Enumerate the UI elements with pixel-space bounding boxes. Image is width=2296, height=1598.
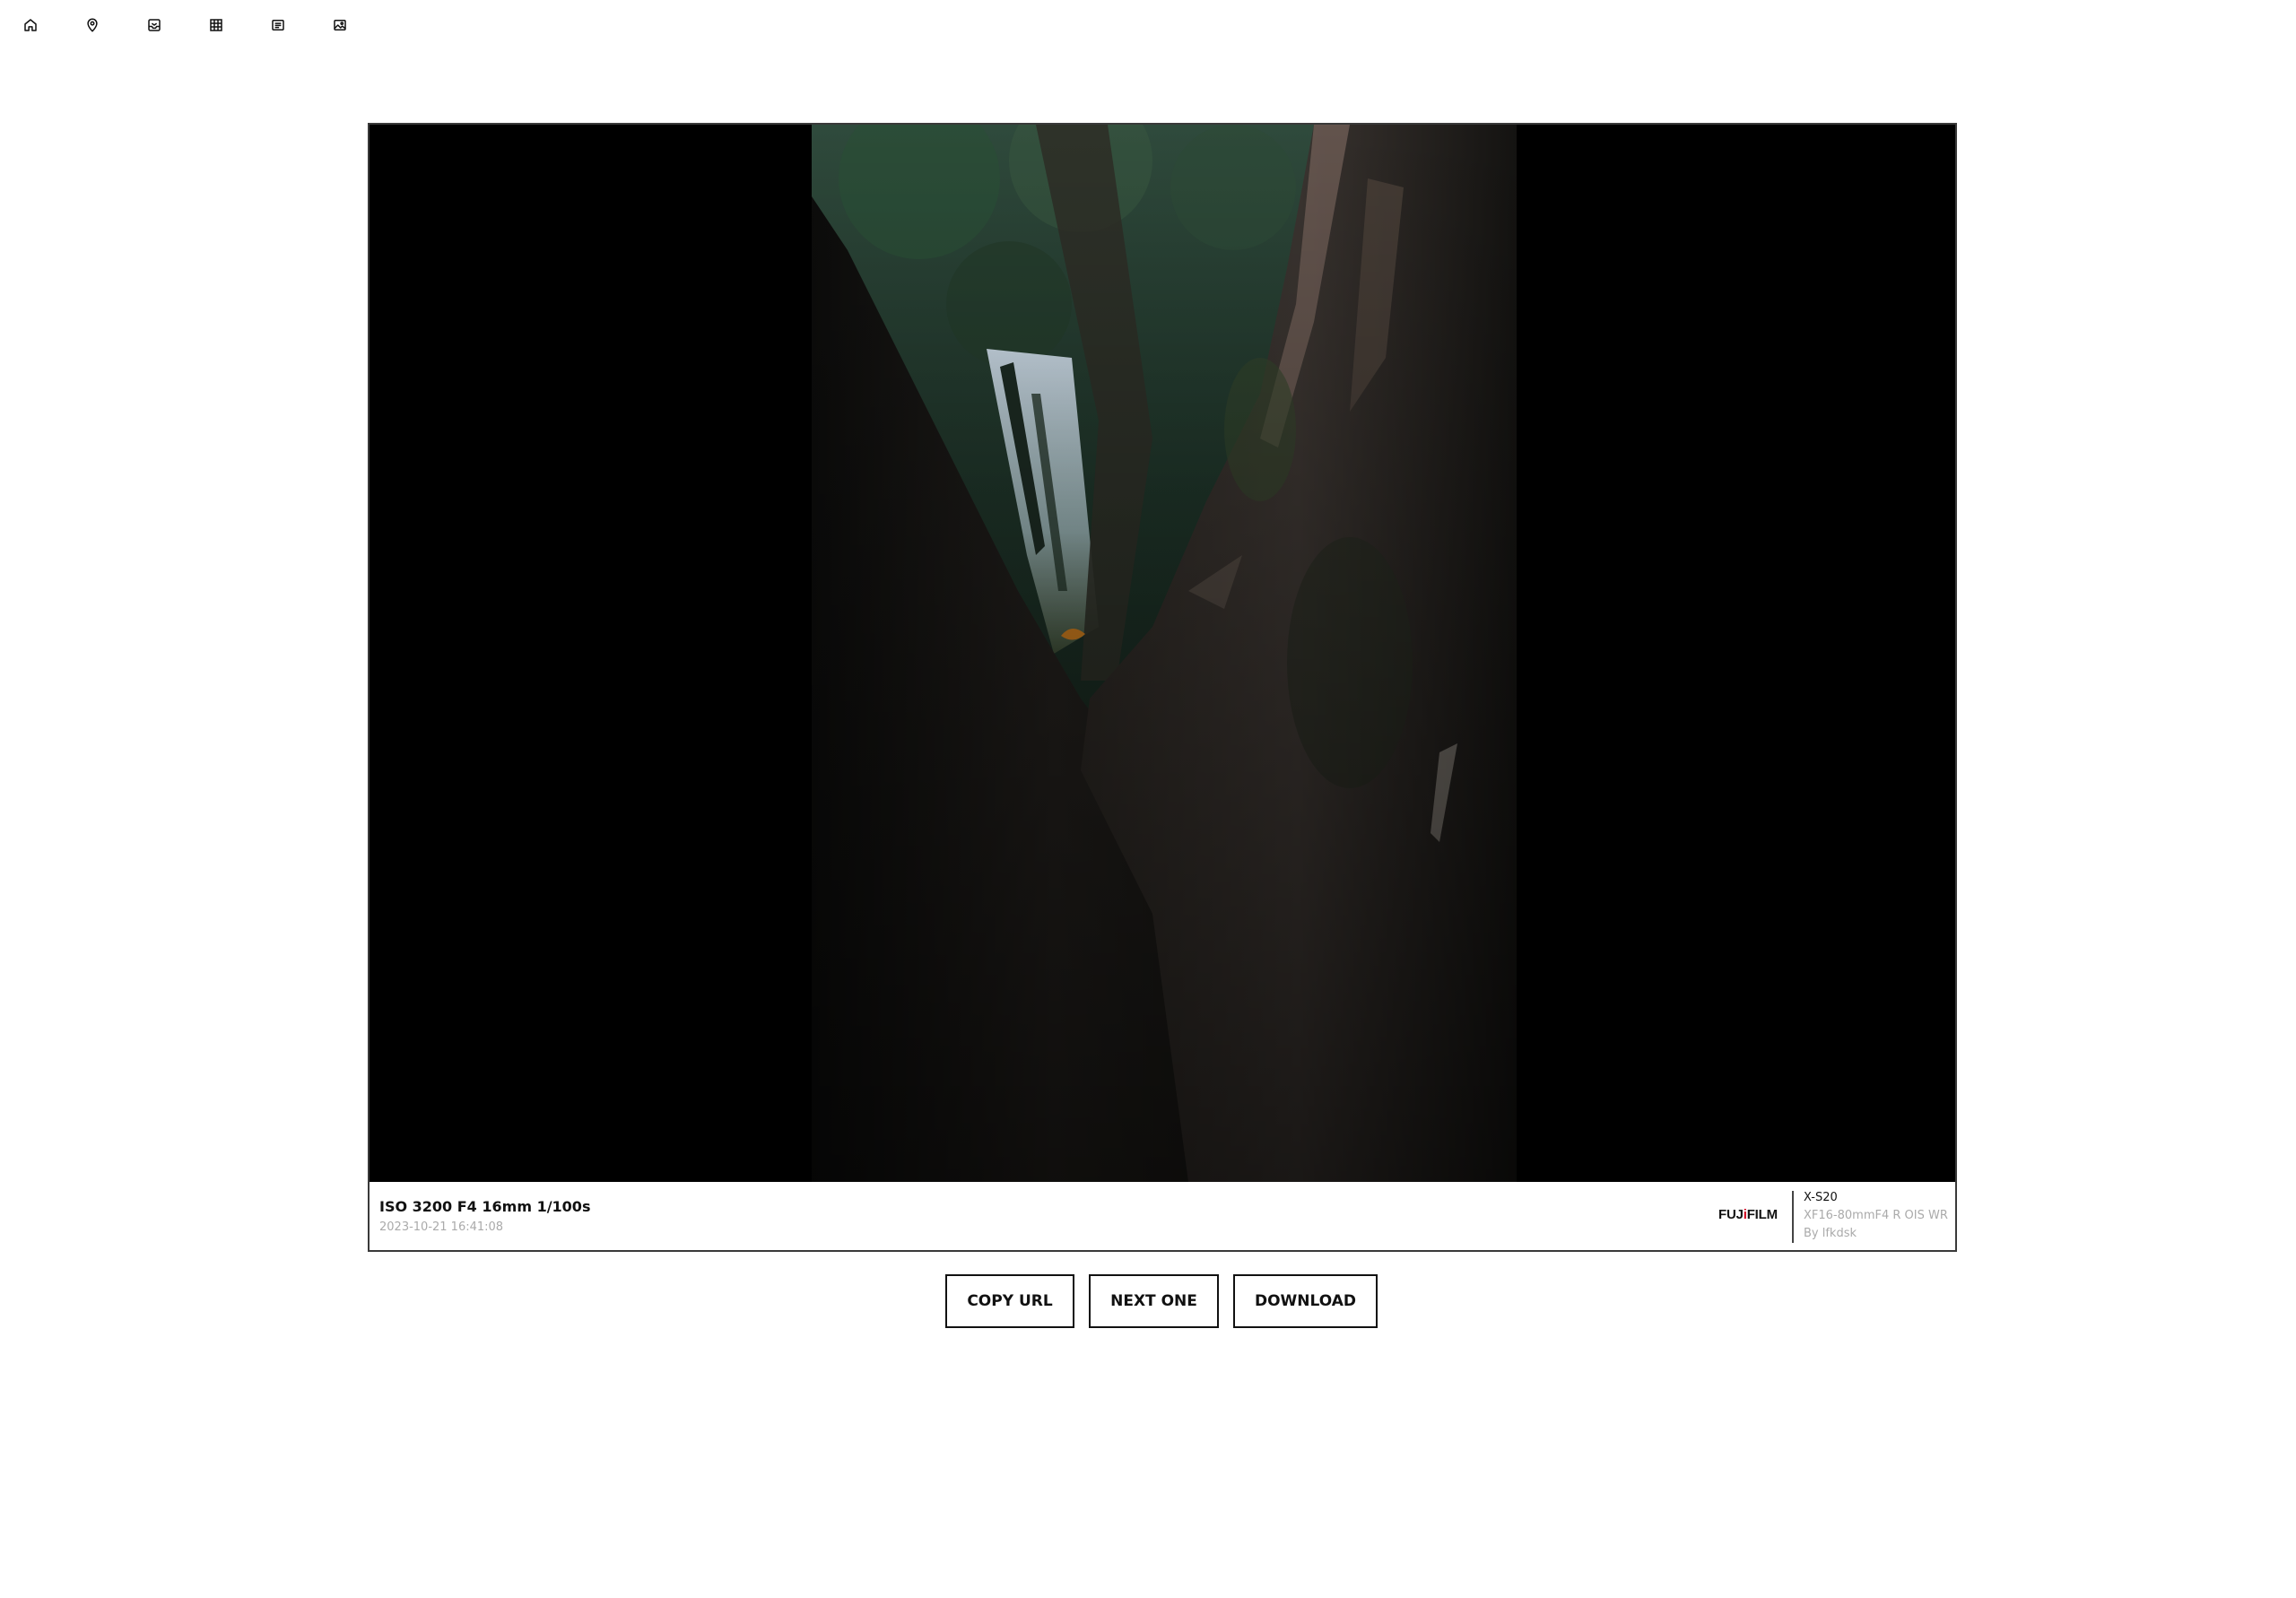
inbox-icon [147,19,161,31]
map-pin-icon [86,18,98,32]
camera-brand-logo: FUJiFILM [1718,1207,1778,1222]
photo-frame [370,125,1955,1182]
info-divider [1792,1191,1794,1243]
photo-author: By lfkdsk [1804,1227,1857,1240]
download-button[interactable]: DOWNLOAD [1233,1274,1378,1328]
tree-photo[interactable] [812,125,1517,1182]
list-icon [271,20,284,30]
nav-inbox-button[interactable] [123,0,185,50]
next-one-button[interactable]: NEXT ONE [1089,1274,1219,1328]
grid-icon [209,19,222,31]
capture-datetime: 2023-10-21 16:41:08 [379,1220,504,1234]
nav-grid-button[interactable] [185,0,247,50]
exposure-settings: ISO 3200 F4 16mm 1/100s [379,1198,591,1215]
camera-model: X-S20 [1804,1191,1838,1204]
home-icon [24,19,37,31]
nav-map-button[interactable] [61,0,123,50]
nav-home-button[interactable] [0,0,61,50]
photo-actions: COPY URL NEXT ONE DOWNLOAD [945,1274,1378,1328]
lens-model: XF16-80mmF4 R OIS WR [1804,1209,1948,1222]
copy-url-button[interactable]: COPY URL [945,1274,1074,1328]
photo-card: ISO 3200 F4 16mm 1/100s 2023-10-21 16:41… [368,123,1957,1252]
nav-gallery-button[interactable] [309,0,370,50]
image-icon [333,20,346,30]
nav-list-button[interactable] [247,0,309,50]
photo-info-bar: ISO 3200 F4 16mm 1/100s 2023-10-21 16:41… [370,1182,1955,1250]
top-navigation [0,0,370,50]
